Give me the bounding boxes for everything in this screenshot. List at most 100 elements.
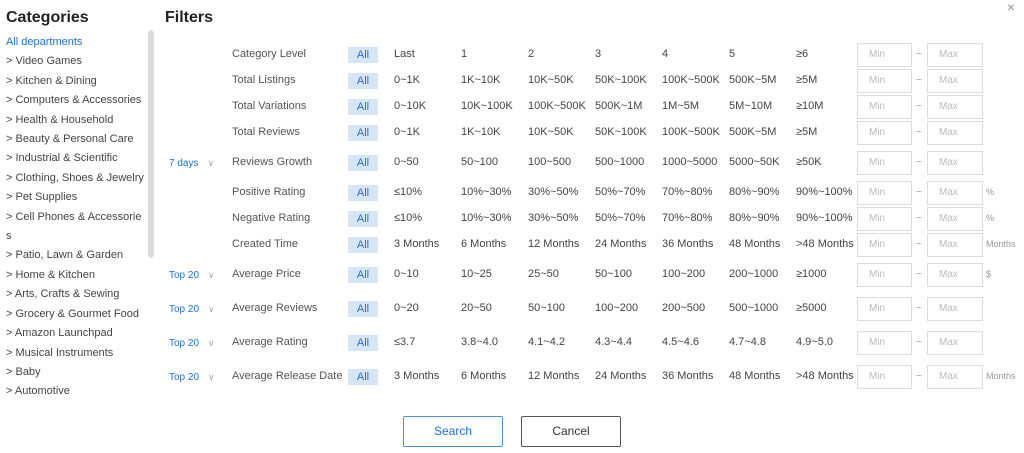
filter-option[interactable]: 36 Months xyxy=(662,238,713,250)
min-input[interactable]: Min xyxy=(857,207,912,231)
category-list[interactable]: All departments > Video Games > Kitchen & … xyxy=(6,33,150,396)
filter-option[interactable]: 0~10 xyxy=(394,268,419,280)
filter-option-all[interactable]: All xyxy=(348,185,378,201)
filter-option[interactable]: 20~50 xyxy=(461,302,492,314)
max-input[interactable]: Max xyxy=(927,69,983,93)
filter-option[interactable]: ≥5000 xyxy=(796,302,827,314)
period-dropdown[interactable]: Top 20 ∨ xyxy=(169,367,223,387)
filter-option[interactable]: ≥50K xyxy=(796,156,822,168)
close-icon[interactable]: × xyxy=(1007,0,1015,14)
filter-option[interactable]: 50%~70% xyxy=(595,186,645,198)
filter-option[interactable]: 80%~90% xyxy=(729,212,779,224)
min-input[interactable]: Min xyxy=(857,297,912,321)
max-input[interactable]: Max xyxy=(927,151,983,175)
filter-option[interactable]: 6 Months xyxy=(461,238,506,250)
filter-option[interactable]: 30%~50% xyxy=(528,186,578,198)
filter-option[interactable]: 70%~80% xyxy=(662,212,712,224)
filter-option[interactable]: 10K~50K xyxy=(528,126,574,138)
filter-option[interactable]: 200~500 xyxy=(662,302,705,314)
filter-option[interactable]: 500~1000 xyxy=(595,156,644,168)
min-input[interactable]: Min xyxy=(857,121,912,145)
filter-option[interactable]: 1K~10K xyxy=(461,126,500,138)
filter-option[interactable]: 90%~100% xyxy=(796,186,853,198)
filter-option[interactable]: 48 Months xyxy=(729,370,780,382)
filter-option[interactable]: 12 Months xyxy=(528,238,579,250)
filter-option[interactable]: 3 xyxy=(595,48,601,60)
filter-option[interactable]: 10~25 xyxy=(461,268,492,280)
filter-option[interactable]: 90%~100% xyxy=(796,212,853,224)
filter-option[interactable]: 100~200 xyxy=(595,302,638,314)
min-input[interactable]: Min xyxy=(857,263,912,287)
filter-option[interactable]: 100~500 xyxy=(528,156,571,168)
filter-option[interactable]: 4.5~4.6 xyxy=(662,336,699,348)
filter-option-all[interactable]: All xyxy=(348,155,378,171)
filter-option[interactable]: ≥5M xyxy=(796,126,817,138)
filter-option-all[interactable]: All xyxy=(348,211,378,227)
category-item[interactable]: > Amazon Launchpad xyxy=(6,324,150,343)
category-item[interactable]: > Home & Kitchen xyxy=(6,266,150,285)
filter-option[interactable]: 200~1000 xyxy=(729,268,778,280)
filter-option-all[interactable]: All xyxy=(348,99,378,115)
category-item[interactable]: > Industrial & Scientific xyxy=(6,149,150,168)
category-item[interactable]: > Baby xyxy=(6,363,150,382)
filter-option-all[interactable]: All xyxy=(348,301,378,317)
category-item[interactable]: > Automotive xyxy=(6,382,150,396)
min-input[interactable]: Min xyxy=(857,43,912,67)
filter-option-all[interactable]: All xyxy=(348,125,378,141)
filter-option[interactable]: 3 Months xyxy=(394,238,439,250)
category-item[interactable]: All departments xyxy=(6,33,150,52)
filter-option[interactable]: 48 Months xyxy=(729,238,780,250)
filter-option[interactable]: ≥5M xyxy=(796,74,817,86)
min-input[interactable]: Min xyxy=(857,69,912,93)
filter-option[interactable]: 0~10K xyxy=(394,100,426,112)
filter-option[interactable]: 5M~10M xyxy=(729,100,772,112)
filter-option[interactable]: 100~200 xyxy=(662,268,705,280)
max-input[interactable]: Max xyxy=(927,263,983,287)
min-input[interactable]: Min xyxy=(857,365,912,389)
filter-option[interactable]: 1 xyxy=(461,48,467,60)
filter-option[interactable]: 70%~80% xyxy=(662,186,712,198)
category-item[interactable]: > Cell Phones & Accessorie xyxy=(6,208,150,227)
filter-option[interactable]: 50K~100K xyxy=(595,126,647,138)
max-input[interactable]: Max xyxy=(927,297,983,321)
filter-option[interactable]: 5000~50K xyxy=(729,156,779,168)
category-item[interactable]: > Grocery & Gourmet Food xyxy=(6,305,150,324)
filter-option[interactable]: ≥10M xyxy=(796,100,823,112)
filter-option[interactable]: 4.1~4.2 xyxy=(528,336,565,348)
filter-option[interactable]: 50K~100K xyxy=(595,74,647,86)
category-item[interactable]: > Beauty & Personal Care xyxy=(6,130,150,149)
max-input[interactable]: Max xyxy=(927,43,983,67)
max-input[interactable]: Max xyxy=(927,95,983,119)
filter-option[interactable]: 80%~90% xyxy=(729,186,779,198)
category-item[interactable]: > Musical Instruments xyxy=(6,344,150,363)
max-input[interactable]: Max xyxy=(927,121,983,145)
period-dropdown[interactable]: Top 20 ∨ xyxy=(169,299,223,319)
max-input[interactable]: Max xyxy=(927,233,983,257)
category-item[interactable]: > Arts, Crafts & Sewing xyxy=(6,285,150,304)
filter-option-all[interactable]: All xyxy=(348,73,378,89)
filter-option[interactable]: 4.9~5.0 xyxy=(796,336,833,348)
filter-option-all[interactable]: All xyxy=(348,369,378,385)
period-dropdown[interactable]: Top 20 ∨ xyxy=(169,265,223,285)
filter-option[interactable]: >48 Months xyxy=(796,238,854,250)
filter-option[interactable]: 12 Months xyxy=(528,370,579,382)
period-dropdown[interactable]: Top 20 ∨ xyxy=(169,333,223,353)
max-input[interactable]: Max xyxy=(927,207,983,231)
filter-option[interactable]: 500K~5M xyxy=(729,74,776,86)
filter-option[interactable]: 24 Months xyxy=(595,238,646,250)
filter-option[interactable]: 500K~1M xyxy=(595,100,642,112)
min-input[interactable]: Min xyxy=(857,331,912,355)
filter-option[interactable]: 25~50 xyxy=(528,268,559,280)
category-item[interactable]: > Health & Household xyxy=(6,111,150,130)
min-input[interactable]: Min xyxy=(857,233,912,257)
filter-option[interactable]: 4 xyxy=(662,48,668,60)
filter-option-all[interactable]: All xyxy=(348,47,378,63)
category-item[interactable]: > Computers & Accessories xyxy=(6,91,150,110)
filter-option[interactable]: 500K~5M xyxy=(729,126,776,138)
filter-option[interactable]: 100K~500K xyxy=(662,126,720,138)
filter-option-all[interactable]: All xyxy=(348,237,378,253)
filter-option[interactable]: ≥1000 xyxy=(796,268,827,280)
filter-option[interactable]: 50~100 xyxy=(461,156,498,168)
filter-option[interactable]: 2 xyxy=(528,48,534,60)
filter-option[interactable]: 3 Months xyxy=(394,370,439,382)
